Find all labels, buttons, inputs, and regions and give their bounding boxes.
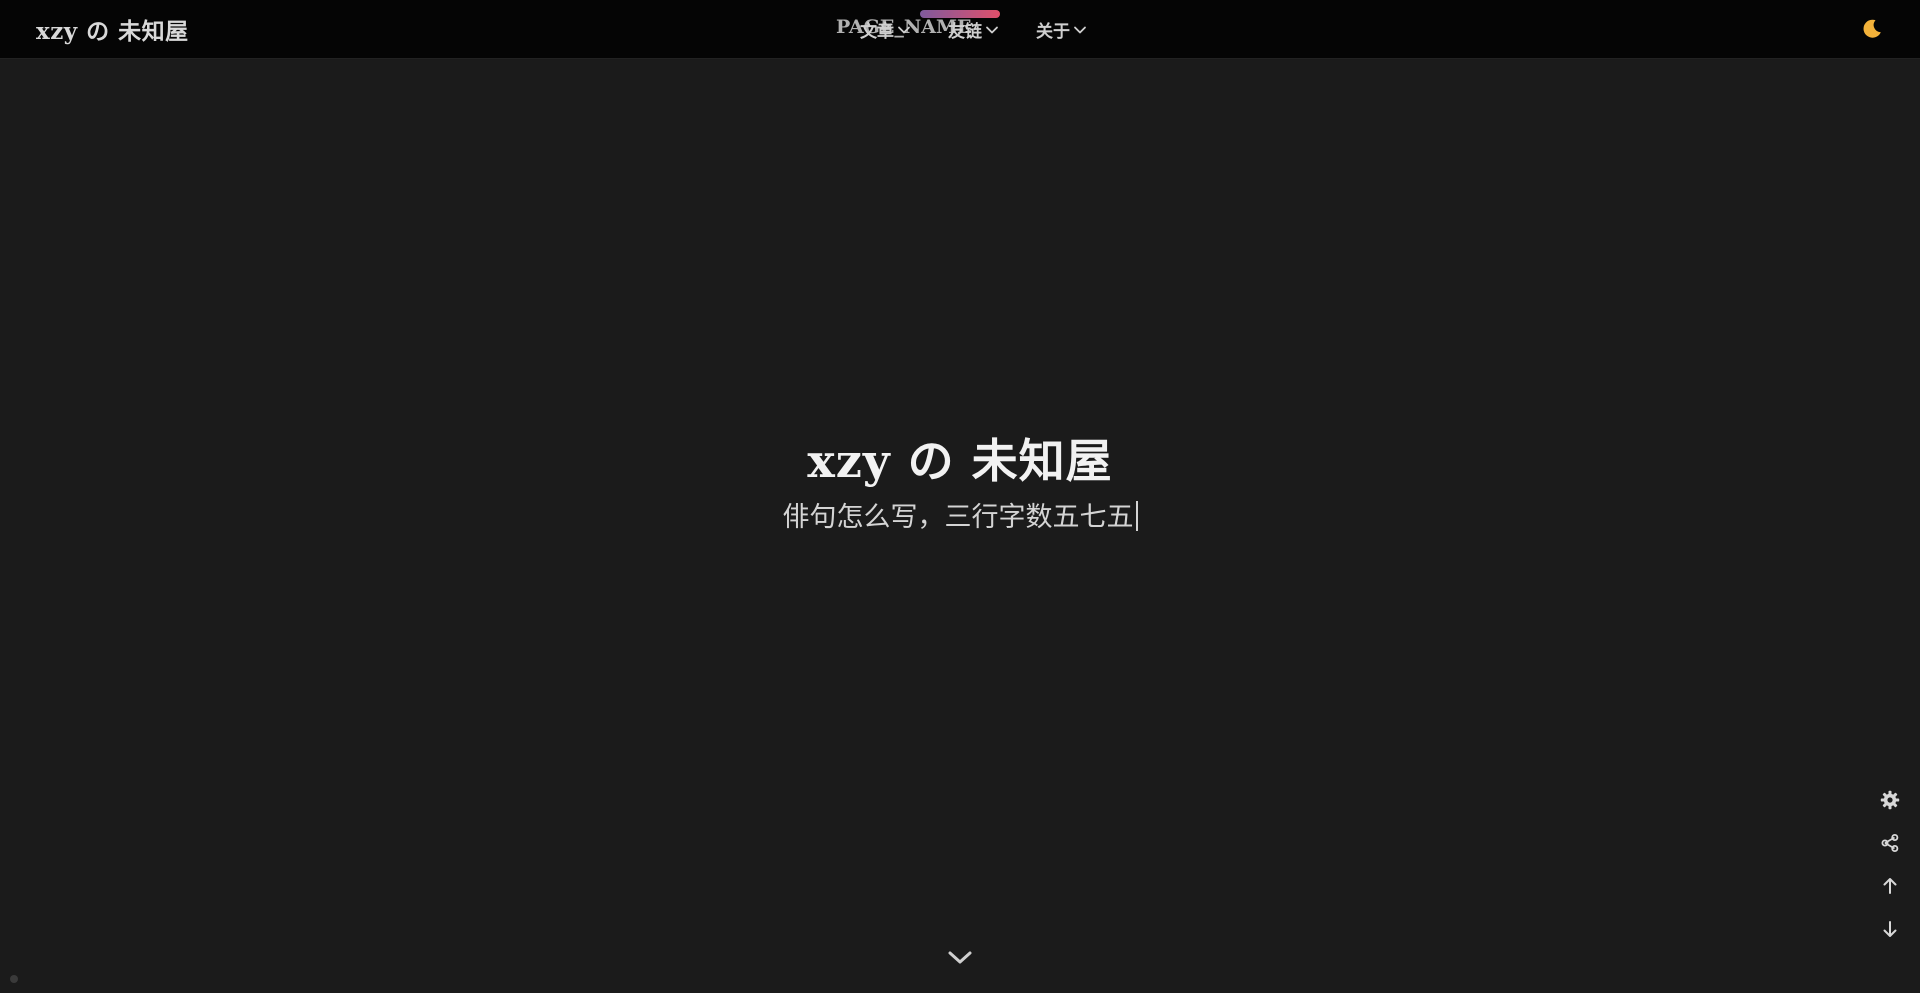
chevron-down-icon <box>986 26 998 33</box>
hero-section: xzy の 未知屋 俳句怎么写，三行字数五七五 <box>0 430 1920 538</box>
top-navbar: xzy の 未知屋 PAGE_NAME 文章 友链 关于 <box>0 0 1920 58</box>
main-nav: PAGE_NAME 文章 友链 关于 <box>836 0 1096 58</box>
nav-item-label: 文章 <box>860 22 894 42</box>
share-button[interactable] <box>1876 829 1904 857</box>
side-tool-panel <box>1876 786 1904 958</box>
scroll-to-top-button[interactable] <box>1876 872 1904 900</box>
nav-item-label: 关于 <box>1036 22 1070 42</box>
gear-icon <box>1880 790 1900 810</box>
chevron-down-icon <box>898 26 910 33</box>
nav-item-label: 友链 <box>948 22 982 42</box>
arrow-down-icon <box>1883 921 1897 937</box>
site-brand[interactable]: xzy の 未知屋 <box>36 12 189 46</box>
hero-subtitle: 俳句怎么写，三行字数五七五 <box>782 502 1134 533</box>
hero-subtitle-line: 俳句怎么写，三行字数五七五 <box>0 498 1920 538</box>
nav-item-about[interactable]: 关于 <box>1036 17 1087 42</box>
chevron-down-icon <box>1074 26 1086 33</box>
corner-dot <box>10 975 18 983</box>
theme-toggle-button[interactable] <box>1860 17 1884 41</box>
typing-cursor <box>1135 501 1138 531</box>
nav-item-links[interactable]: 友链 <box>948 17 999 42</box>
nav-item-posts[interactable]: 文章 <box>860 17 911 42</box>
scroll-down-button[interactable] <box>946 946 974 970</box>
chevron-down-icon <box>948 951 972 964</box>
hero-title: xzy の 未知屋 <box>807 434 1113 488</box>
settings-button[interactable] <box>1876 786 1904 814</box>
moon-icon <box>1863 19 1881 38</box>
arrow-up-icon <box>1883 878 1897 894</box>
share-icon <box>1881 834 1899 852</box>
scroll-to-bottom-button[interactable] <box>1876 915 1904 943</box>
